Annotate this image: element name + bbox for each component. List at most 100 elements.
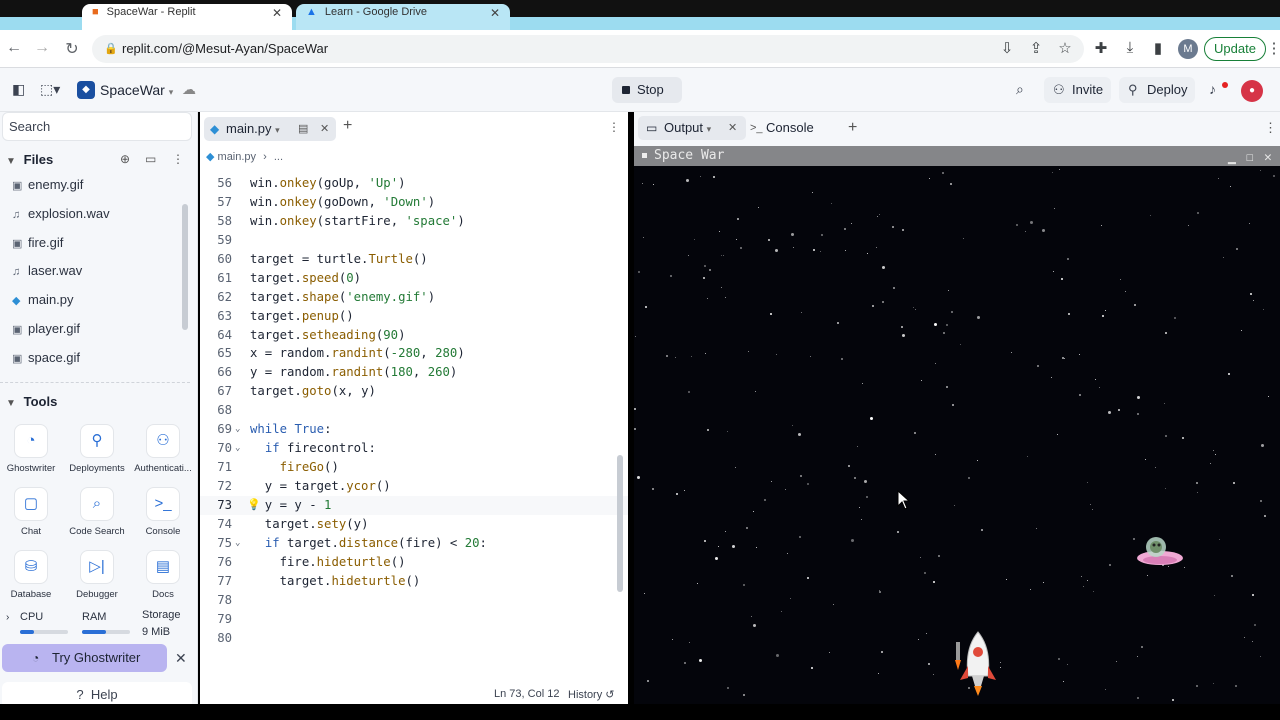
code-line[interactable]: 70 ⌄ if firecontrol: — [200, 439, 628, 458]
close-window-icon[interactable]: ✕ — [1264, 148, 1272, 168]
replit-menu-icon[interactable]: ⬚▾ — [40, 81, 60, 98]
editor-menu-icon[interactable]: ⋮ — [608, 120, 620, 134]
code-line[interactable]: 60 target = turtle.Turtle() — [200, 250, 628, 269]
breadcrumb-file[interactable]: main.py — [218, 151, 257, 163]
try-ghostwriter-button[interactable]: ◔ Try Ghostwriter — [2, 644, 167, 672]
code-line[interactable]: 67 target.goto(x, y) — [200, 382, 628, 401]
tool-authentication[interactable]: ⚇ Authenticati... — [131, 424, 195, 474]
share-icon[interactable]: ⇪ — [1026, 39, 1046, 57]
tool-code-search[interactable]: ⌕ Code Search — [65, 487, 129, 537]
tool-ghostwriter[interactable]: ◔ Ghostwriter — [0, 424, 63, 474]
forward-icon[interactable]: → — [32, 39, 52, 57]
tool-console[interactable]: >_ Console — [131, 487, 195, 537]
fold-chevron-icon[interactable]: ⌄ — [235, 439, 240, 458]
breadcrumb-more[interactable]: ... — [274, 151, 283, 163]
install-icon[interactable]: ⇩ — [997, 39, 1017, 57]
update-button[interactable]: Update — [1204, 37, 1266, 61]
side-panel-icon[interactable]: ▮ — [1148, 39, 1168, 57]
file-item-enemy[interactable]: ▣ enemy.gif — [12, 174, 83, 196]
new-folder-icon[interactable]: ▭ — [145, 152, 156, 166]
new-file-icon[interactable]: ⊕ — [120, 152, 130, 166]
file-item-laser[interactable]: ♫ laser.wav — [12, 260, 82, 282]
files-section-header[interactable]: ▼ Files — [6, 152, 53, 167]
file-item-space[interactable]: ▣ space.gif — [12, 347, 80, 369]
close-tab-icon[interactable]: ✕ — [320, 117, 329, 141]
code-line[interactable]: 75 ⌄ if target.distance(fire) < 20: — [200, 534, 628, 553]
code-line[interactable]: 62 target.shape('enemy.gif') — [200, 288, 628, 307]
fold-chevron-icon[interactable]: ⌄ — [235, 420, 240, 439]
tool-docs[interactable]: ▤ Docs — [131, 550, 195, 600]
reload-icon[interactable]: ↻ — [62, 39, 82, 59]
fold-chevron-icon[interactable]: ⌄ — [235, 534, 240, 553]
search-icon[interactable]: ⌕ — [1016, 81, 1024, 98]
file-item-explosion[interactable]: ♫ explosion.wav — [12, 203, 110, 225]
deploy-button[interactable]: ⚲ Deploy — [1119, 77, 1196, 103]
close-tab-icon[interactable]: ✕ — [490, 6, 500, 30]
code-line[interactable]: 61 target.speed(0) — [200, 269, 628, 288]
add-tab-icon[interactable]: + — [848, 116, 857, 140]
code-line[interactable]: 77 target.hideturtle() — [200, 572, 628, 591]
files-scrollbar[interactable] — [182, 204, 188, 330]
search-input[interactable]: Search — [2, 112, 192, 141]
code-line[interactable]: 56 win.onkey(goUp, 'Up') — [200, 174, 628, 193]
code-line[interactable]: 57 win.onkey(goDown, 'Down') — [200, 193, 628, 212]
extensions-icon[interactable]: ✚ — [1091, 39, 1111, 57]
history-button[interactable]: History ↺ — [568, 688, 615, 701]
code-line[interactable]: 65 x = random.randint(-280, 280) — [200, 344, 628, 363]
invite-button[interactable]: ⚇ Invite — [1044, 77, 1112, 103]
profile-avatar[interactable]: M — [1178, 39, 1198, 59]
game-window[interactable]: Space War ▁ ☐ ✕ — [634, 146, 1280, 704]
notification-bell-icon[interactable]: ♪ — [1209, 81, 1216, 97]
stop-button[interactable]: Stop — [612, 77, 682, 103]
code-line[interactable]: 79 — [200, 610, 628, 629]
add-tab-icon[interactable]: + — [343, 117, 352, 135]
code-area[interactable]: 56 win.onkey(goUp, 'Up') 57 win.onkey(goDow… — [200, 174, 628, 647]
code-line[interactable]: 69 ⌄ while True: — [200, 420, 628, 439]
download-icon[interactable]: ⤓ — [1120, 39, 1140, 56]
tool-debugger[interactable]: ▷| Debugger — [65, 550, 129, 600]
project-name[interactable]: SpaceWar ▾ — [100, 82, 173, 98]
close-tab-icon[interactable]: ✕ — [728, 116, 737, 140]
bookmark-star-icon[interactable]: ☆ — [1055, 39, 1075, 57]
split-view-icon[interactable]: ▤ — [298, 117, 308, 141]
tab-console[interactable]: >_ Console — [750, 116, 832, 140]
close-tab-icon[interactable]: ✕ — [272, 6, 282, 30]
code-line[interactable]: 64 target.setheading(90) — [200, 326, 628, 345]
maximize-icon[interactable]: ☐ — [1246, 148, 1254, 168]
editor-scrollbar[interactable] — [617, 455, 623, 592]
minimize-icon[interactable]: ▁ — [1228, 148, 1236, 168]
code-line[interactable]: 78 — [200, 591, 628, 610]
panel-menu-icon[interactable]: ⋮ — [1264, 116, 1277, 140]
user-avatar[interactable]: ● — [1241, 80, 1263, 102]
file-item-fire[interactable]: ▣ fire.gif — [12, 232, 63, 254]
close-icon[interactable]: ✕ — [175, 650, 187, 667]
code-line[interactable]: 71 fireGo() — [200, 458, 628, 477]
code-line[interactable]: 66 y = random.randint(180, 260) — [200, 363, 628, 382]
cursor-position[interactable]: Ln 73, Col 12 — [494, 688, 559, 700]
browser-tab-spacewar[interactable]: ■ SpaceWar - Replit ✕ — [82, 4, 292, 30]
tools-section-header[interactable]: ▼ Tools — [6, 394, 57, 409]
chevron-right-icon[interactable]: › — [6, 612, 9, 623]
code-line[interactable]: 80 — [200, 629, 628, 648]
code-line[interactable]: 73 💡 y = y - 1 — [200, 495, 628, 515]
browser-tab-drive[interactable]: ▲ Learn - Google Drive ✕ — [296, 4, 510, 30]
code-line[interactable]: 63 target.penup() — [200, 307, 628, 326]
code-line[interactable]: 74 target.sety(y) — [200, 515, 628, 534]
file-item-player[interactable]: ▣ player.gif — [12, 318, 80, 340]
tool-deployments[interactable]: ⚲ Deployments — [65, 424, 129, 474]
code-line[interactable]: 76 fire.hideturtle() — [200, 553, 628, 572]
code-line[interactable]: 59 — [200, 231, 628, 250]
code-line[interactable]: 72 y = target.ycor() — [200, 477, 628, 496]
files-menu-icon[interactable]: ⋮ — [172, 152, 184, 166]
tab-output[interactable]: ▭ Output ▾ ✕ — [638, 116, 746, 140]
code-line[interactable]: 58 win.onkey(startFire, 'space') — [200, 212, 628, 231]
tool-chat[interactable]: ▢ Chat — [0, 487, 63, 537]
file-item-main[interactable]: ◆ main.py — [12, 289, 74, 311]
tool-database[interactable]: ⛁ Database — [0, 550, 63, 600]
sidebar-toggle-icon[interactable]: ◧ — [12, 81, 25, 98]
code-line[interactable]: 68 — [200, 401, 628, 420]
back-icon[interactable]: ← — [4, 39, 24, 57]
tab-main-py[interactable]: ◆ main.py ▾ ▤ ✕ — [204, 117, 336, 141]
url-field[interactable]: 🔒 replit.com/@Mesut-Ayan/SpaceWar — [92, 35, 1084, 63]
browser-menu-icon[interactable]: ⋮ — [1264, 39, 1280, 57]
